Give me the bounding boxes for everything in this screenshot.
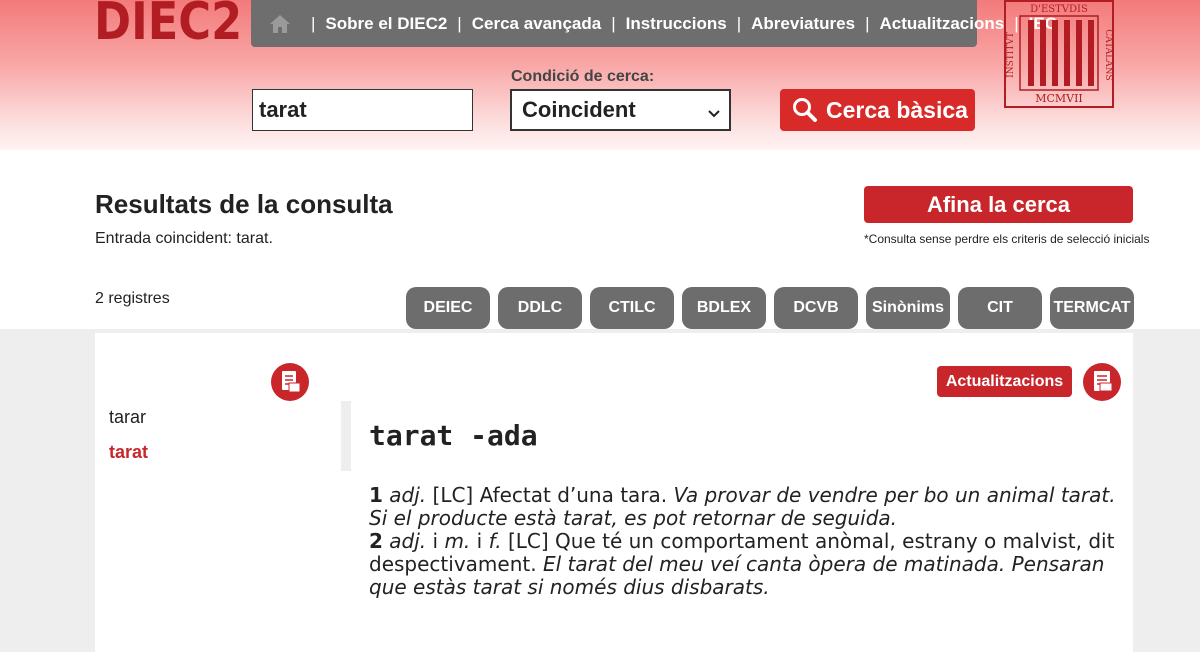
- definition-text: Afectat d’una tara.: [479, 483, 668, 507]
- print-icon[interactable]: [1083, 363, 1121, 401]
- home-icon[interactable]: [269, 14, 291, 34]
- register-tag: [LC]: [507, 529, 549, 553]
- conjunction: i: [432, 529, 439, 553]
- nav-sobre[interactable]: Sobre el DIEC2: [325, 14, 447, 34]
- updates-button[interactable]: Actualitzacions: [937, 366, 1072, 397]
- sense-2: 2 adj. i m. i f. [LC] Que té un comporta…: [369, 530, 1121, 599]
- svg-text:D'ESTVDIS: D'ESTVDIS: [1030, 4, 1088, 15]
- tab-sinonims[interactable]: Sinònims: [866, 287, 950, 329]
- svg-text:CATALANS: CATALANS: [1103, 29, 1113, 80]
- conjunction: i: [476, 529, 483, 553]
- refine-search-button[interactable]: Afina la cerca: [864, 186, 1133, 223]
- nav-separator: |: [736, 13, 742, 33]
- list-divider: [341, 401, 351, 471]
- header: DIEC2 | Sobre el DIEC2 | Cerca avançada …: [0, 0, 1200, 150]
- results-subtitle: Entrada coincident: tarat.: [95, 230, 273, 247]
- grammar-tag: adj.: [389, 529, 427, 553]
- results-title: Resultats de la consulta: [95, 189, 393, 219]
- entry-headword: tarat -ada: [369, 419, 538, 452]
- chevron-down-icon: [707, 101, 721, 127]
- dictionary-tabs: DEIEC DDLC CTILC BDLEX DCVB Sinònims CIT…: [406, 287, 1134, 329]
- pdf-icon[interactable]: [271, 363, 309, 401]
- tab-ctilc[interactable]: CTILC: [590, 287, 674, 329]
- tab-ddlc[interactable]: DDLC: [498, 287, 582, 329]
- nav-actualitzacions[interactable]: Actualitzacions: [880, 14, 1005, 34]
- condition-select-value: Coincident: [522, 97, 636, 122]
- tab-deiec[interactable]: DEIEC: [406, 287, 490, 329]
- nav-separator: |: [457, 13, 462, 33]
- basic-search-button[interactable]: Cerca bàsica: [780, 89, 975, 131]
- svg-text:MCMVII: MCMVII: [1035, 92, 1083, 105]
- results-count: 2 registres: [95, 290, 170, 307]
- list-item-tarar[interactable]: tarar: [109, 407, 146, 428]
- basic-search-button-label: Cerca bàsica: [826, 96, 968, 123]
- nav-abreviatures[interactable]: Abreviatures: [751, 14, 855, 34]
- grammar-tag: adj.: [389, 483, 427, 507]
- search-input[interactable]: [252, 89, 473, 131]
- tab-termcat[interactable]: TERMCAT: [1050, 287, 1134, 329]
- search-icon: [793, 98, 817, 122]
- tab-cit[interactable]: CIT: [958, 287, 1042, 329]
- condition-label: Condició de cerca:: [511, 68, 655, 85]
- nav-instruccions[interactable]: Instruccions: [626, 14, 727, 34]
- register-tag: [LC]: [432, 483, 474, 507]
- diec2-logo[interactable]: DIEC2: [94, 0, 242, 52]
- sense-1: 1 adj. [LC] Afectat d’una tara. Va prova…: [369, 484, 1121, 530]
- top-navbar: | Sobre el DIEC2 | Cerca avançada | Inst…: [251, 0, 1057, 47]
- nav-cerca-avancada[interactable]: Cerca avançada: [472, 14, 601, 34]
- iec-seal-logo[interactable]: D'ESTVDIS MCMVII INSTITVT CATALANS: [1004, 0, 1114, 108]
- list-item-tarat[interactable]: tarat: [109, 442, 148, 463]
- condition-select[interactable]: Coincident: [510, 89, 731, 131]
- refine-note: *Consulta sense perdre els criteris de s…: [864, 232, 1150, 246]
- sense-number: 2: [369, 529, 383, 553]
- tab-dcvb[interactable]: DCVB: [774, 287, 858, 329]
- grammar-tag: f.: [488, 529, 502, 553]
- tab-bdlex[interactable]: BDLEX: [682, 287, 766, 329]
- nav-separator: |: [865, 13, 870, 33]
- sense-number: 1: [369, 483, 383, 507]
- grammar-tag: m.: [444, 529, 471, 553]
- svg-text:INSTITVT: INSTITVT: [1006, 32, 1016, 78]
- nav-separator: |: [611, 13, 616, 33]
- nav-separator: |: [311, 13, 316, 33]
